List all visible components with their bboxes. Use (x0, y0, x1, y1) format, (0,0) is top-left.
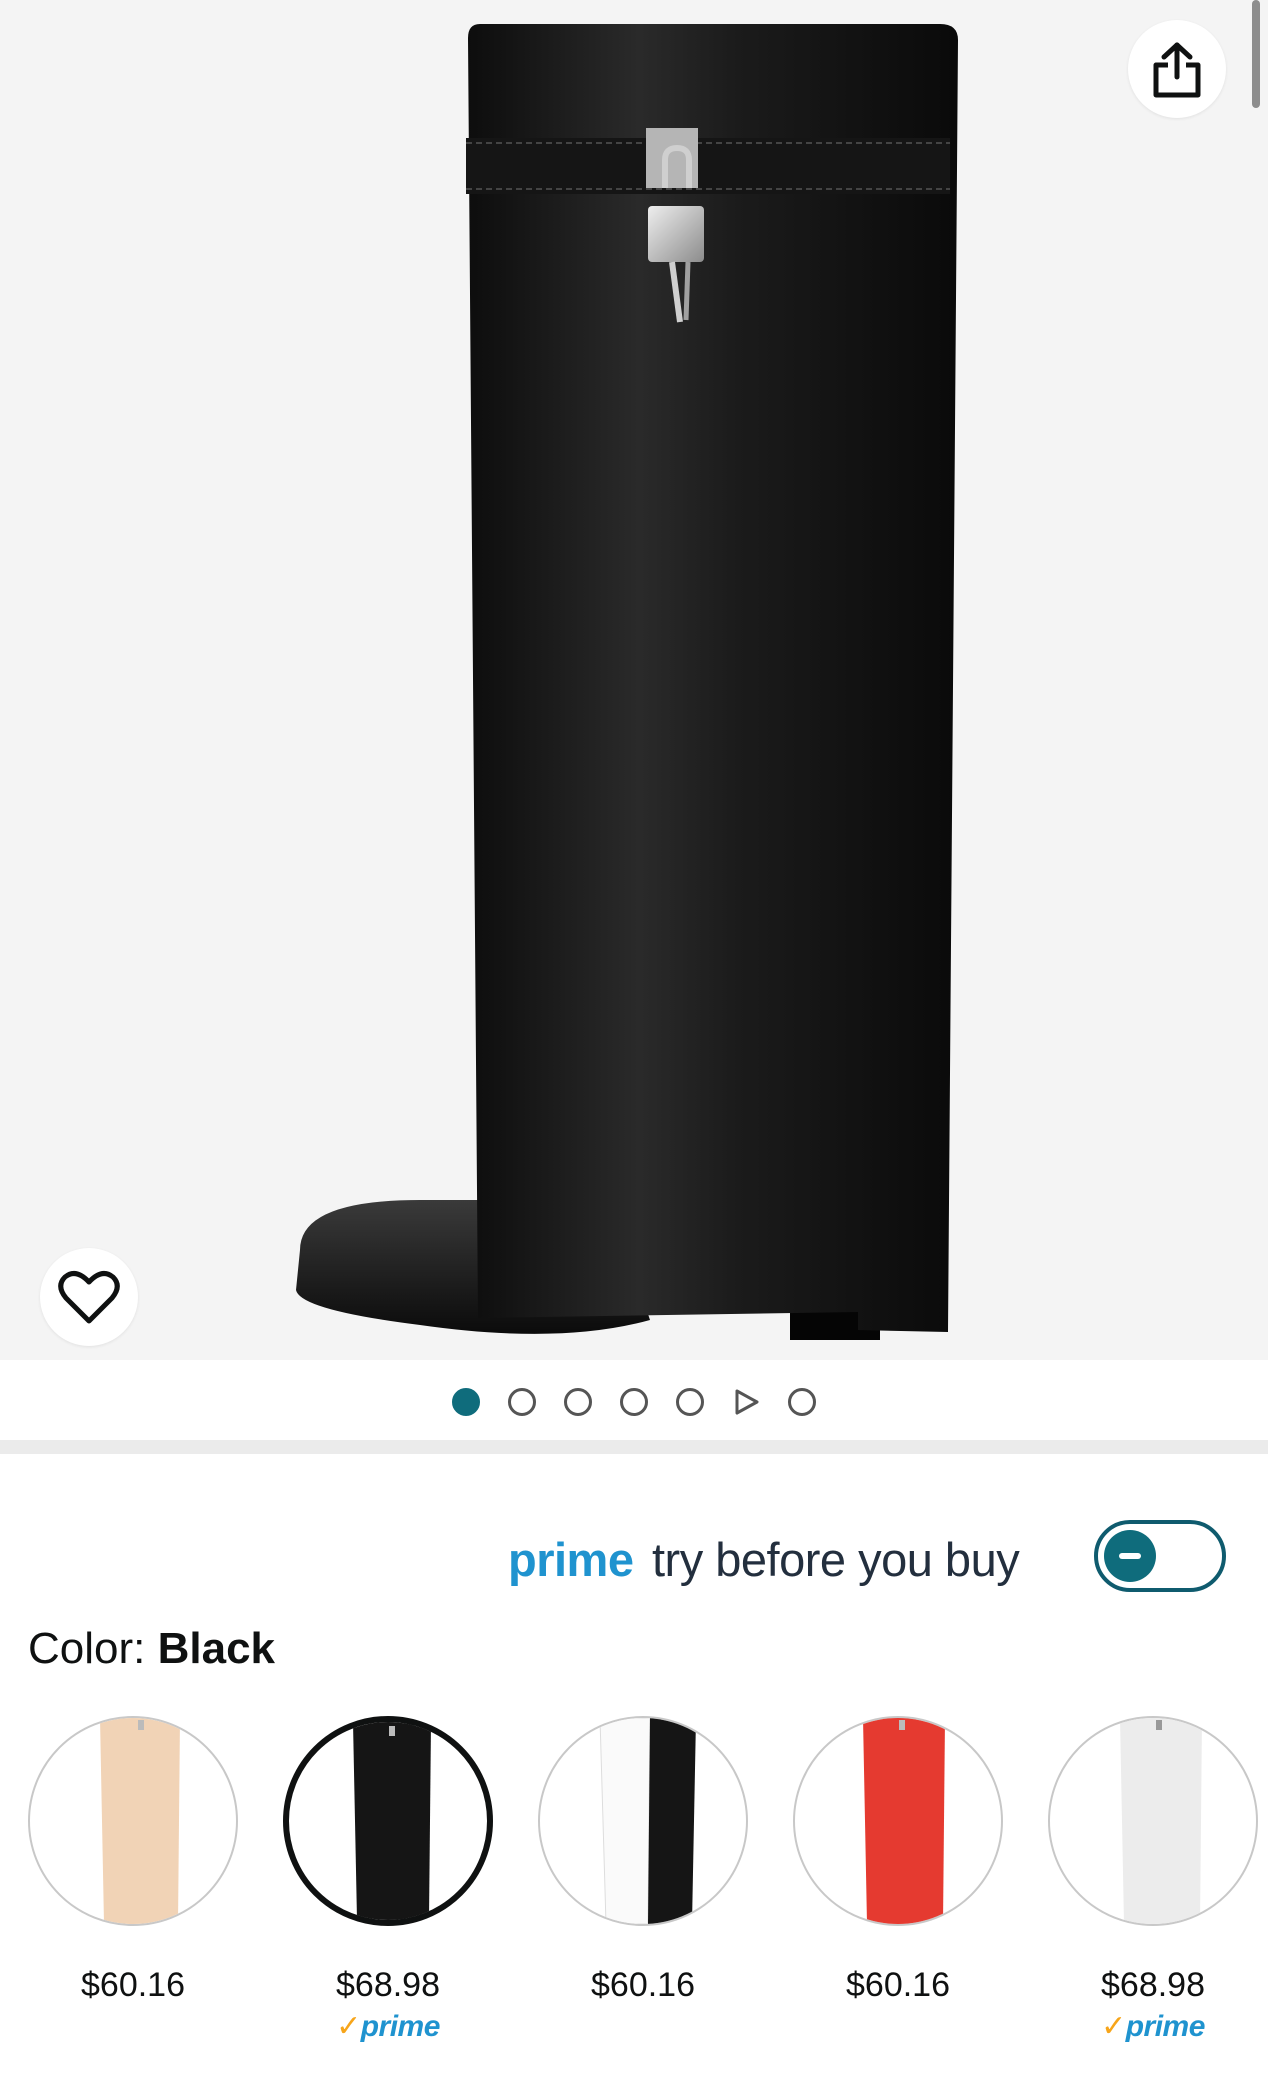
scrollbar[interactable] (1252, 0, 1260, 108)
carousel-video-indicator[interactable] (732, 1388, 760, 1416)
carousel-dot[interactable] (452, 1388, 480, 1416)
swatch-price: $60.16 (846, 1966, 950, 2004)
swatch-image (28, 1716, 238, 1926)
share-button[interactable] (1128, 20, 1226, 118)
minus-icon (1119, 1553, 1141, 1559)
share-icon (1153, 42, 1201, 98)
swatch-price: $60.16 (591, 1966, 695, 2004)
prime-check-icon: ✓ (1101, 2010, 1126, 2043)
swatch-prime-label: prime (360, 2010, 441, 2043)
swatch-price: $68.98 (1101, 1966, 1205, 2004)
toggle-knob (1104, 1530, 1156, 1582)
carousel-dot[interactable] (564, 1388, 592, 1416)
swatch-prime-label: prime (1125, 2010, 1206, 2043)
carousel-dot[interactable] (620, 1388, 648, 1416)
color-selection-label: Color: Black (28, 1624, 275, 1674)
carousel-dot[interactable] (788, 1388, 816, 1416)
swatch-image (538, 1716, 748, 1926)
swatch-price: $60.16 (81, 1966, 185, 2004)
swatch-prime-badge: ✓prime (283, 2009, 493, 2044)
prime-try-toggle[interactable] (1094, 1520, 1226, 1592)
heart-icon (58, 1270, 120, 1324)
prime-logo-text: prime (508, 1533, 634, 1586)
color-label: Color: (28, 1624, 146, 1673)
swatch-image (283, 1716, 493, 1926)
swatch-image (793, 1716, 1003, 1926)
prime-check-icon: ✓ (336, 2010, 361, 2043)
prime-try-before-you-buy: prime try before you buy (0, 1518, 1268, 1598)
swatch-prime-badge: ✓prime (1048, 2009, 1258, 2044)
wishlist-button[interactable] (40, 1248, 138, 1346)
swatch-image (1048, 1716, 1258, 1926)
color-swatch-white-black[interactable]: $60.16 (538, 1716, 748, 2005)
selected-color-name: Black (157, 1624, 276, 1673)
image-carousel-indicators[interactable] (0, 1384, 1268, 1420)
prime-try-tagline: try before you buy (652, 1533, 1020, 1586)
color-swatch-black[interactable]: $68.98 ✓prime (283, 1716, 493, 2044)
color-swatch-white[interactable]: $68.98 ✓prime (1048, 1716, 1258, 2044)
product-image (296, 24, 958, 1340)
carousel-dot[interactable] (676, 1388, 704, 1416)
carousel-dot[interactable] (508, 1388, 536, 1416)
play-icon (735, 1389, 759, 1415)
color-swatch-beige[interactable]: $60.16 (28, 1716, 238, 2005)
product-image-gallery[interactable] (0, 0, 1268, 1360)
color-swatch-red[interactable]: $60.16 (793, 1716, 1003, 2005)
section-divider (0, 1440, 1268, 1454)
swatch-price: $68.98 (336, 1966, 440, 2004)
